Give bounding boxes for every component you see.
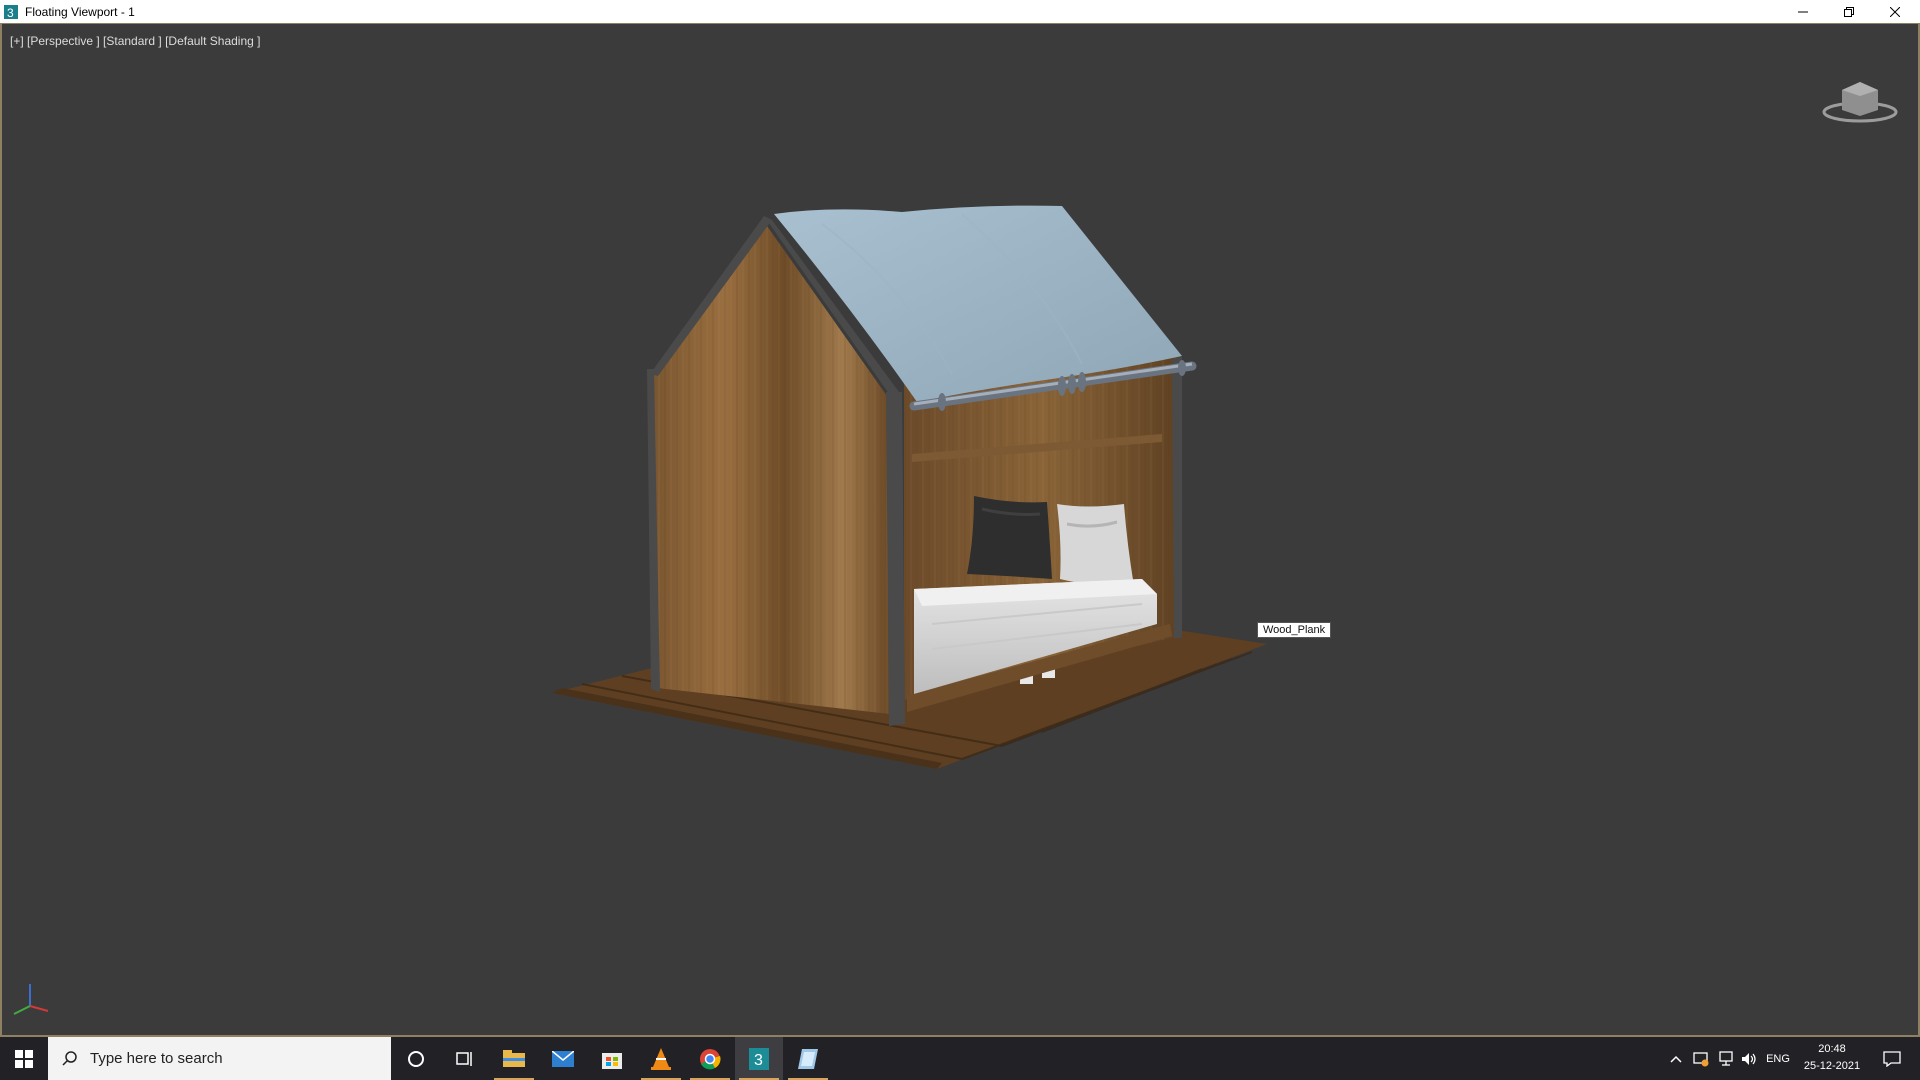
cortana-button[interactable] — [392, 1037, 440, 1080]
taskbar-search[interactable]: Type here to search — [48, 1037, 391, 1080]
tray-clock[interactable]: 20:48 25-12-2021 — [1790, 1041, 1874, 1075]
clock-time: 20:48 — [1818, 1043, 1846, 1055]
task-view-icon — [456, 1051, 472, 1066]
minimize-button[interactable] — [1780, 0, 1825, 23]
perspective-viewport[interactable]: [+] [Perspective ] [Standard ] [Default … — [0, 23, 1920, 1037]
axis-tripod — [13, 984, 49, 1015]
white-pillow[interactable] — [1057, 504, 1134, 587]
viewcube[interactable] — [1822, 82, 1898, 123]
close-button[interactable] — [1872, 0, 1917, 23]
scene-render[interactable] — [2, 24, 1918, 1036]
task-view-button[interactable] — [440, 1037, 488, 1080]
tray-volume[interactable] — [1738, 1037, 1760, 1080]
start-button[interactable] — [0, 1037, 48, 1080]
tray-update[interactable] — [1690, 1037, 1712, 1080]
taskbar-app[interactable] — [784, 1037, 832, 1080]
app-icon — [798, 1048, 818, 1069]
taskbar-store[interactable] — [588, 1037, 636, 1080]
taskbar-vlc[interactable] — [637, 1037, 685, 1080]
svg-text:3: 3 — [7, 6, 14, 19]
tray-network[interactable] — [1714, 1037, 1736, 1080]
vlc-icon — [651, 1047, 671, 1070]
restore-button[interactable] — [1826, 0, 1871, 23]
tray-overflow-button[interactable] — [1666, 1037, 1686, 1080]
file-explorer-icon — [503, 1049, 525, 1067]
network-icon — [1719, 1050, 1733, 1066]
update-icon — [1693, 1051, 1709, 1066]
chrome-icon — [700, 1048, 721, 1069]
windows-icon — [15, 1049, 33, 1068]
3ds-max-icon: 3 — [3, 4, 19, 20]
notification-icon — [1883, 1050, 1901, 1067]
minimize-icon — [1797, 11, 1808, 12]
action-center-button[interactable] — [1872, 1037, 1912, 1080]
taskbar-3ds-max[interactable]: 3 — [735, 1037, 783, 1080]
search-icon — [62, 1050, 77, 1066]
restore-icon — [1843, 6, 1854, 17]
cortana-icon — [408, 1050, 424, 1067]
clock-date: 25-12-2021 — [1803, 1060, 1861, 1072]
taskbar-file-explorer[interactable] — [490, 1037, 538, 1080]
object-tooltip: Wood_Plank — [1257, 622, 1332, 638]
title-bar: 3 Floating Viewport - 1 — [0, 0, 1920, 23]
window-title: Floating Viewport - 1 — [25, 4, 135, 19]
close-icon — [1889, 6, 1900, 17]
chevron-up-icon — [1670, 1055, 1682, 1063]
taskbar-chrome[interactable] — [686, 1037, 734, 1080]
mail-icon — [552, 1050, 574, 1067]
store-icon — [602, 1052, 622, 1069]
3ds-max-icon: 3 — [749, 1047, 769, 1070]
taskbar-mail[interactable] — [539, 1037, 587, 1080]
dark-pillow[interactable] — [967, 496, 1052, 579]
volume-icon — [1742, 1052, 1756, 1065]
svg-text:3: 3 — [754, 1052, 763, 1069]
taskbar: Type here to search 3 ENG 20:48 25-12-20… — [0, 1037, 1920, 1080]
search-placeholder: Type here to search — [90, 1050, 223, 1067]
